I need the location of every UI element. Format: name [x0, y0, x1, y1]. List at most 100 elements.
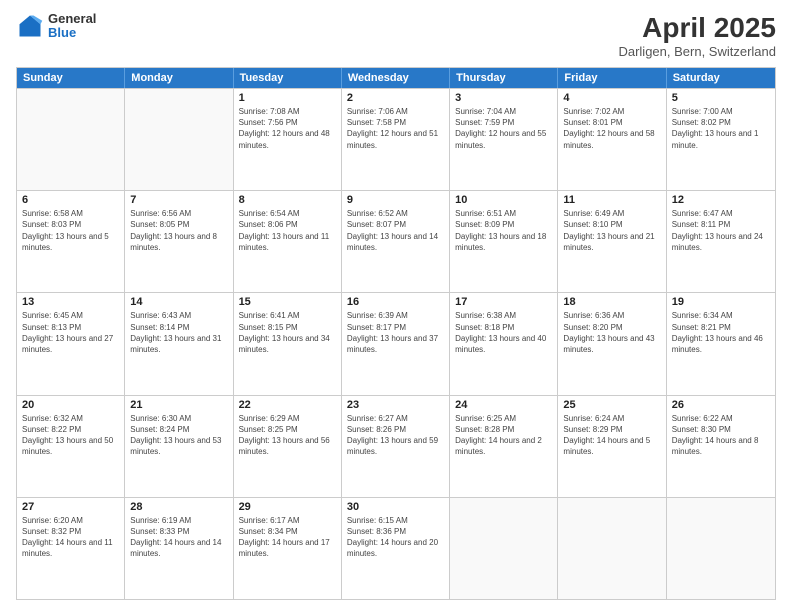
day-info: Sunrise: 6:52 AM Sunset: 8:07 PM Dayligh…	[347, 208, 444, 253]
day-info: Sunrise: 7:02 AM Sunset: 8:01 PM Dayligh…	[563, 106, 660, 151]
day-info: Sunrise: 6:30 AM Sunset: 8:24 PM Dayligh…	[130, 413, 227, 458]
day-number: 9	[347, 194, 444, 206]
day-info: Sunrise: 6:39 AM Sunset: 8:17 PM Dayligh…	[347, 310, 444, 355]
calendar-header: SundayMondayTuesdayWednesdayThursdayFrid…	[17, 68, 775, 88]
week-row-5: 27 Sunrise: 6:20 AM Sunset: 8:32 PM Dayli…	[17, 497, 775, 599]
cal-cell: 29 Sunrise: 6:17 AM Sunset: 8:34 PM Dayli…	[234, 498, 342, 599]
day-number: 3	[455, 92, 552, 104]
day-number: 10	[455, 194, 552, 206]
day-info: Sunrise: 6:54 AM Sunset: 8:06 PM Dayligh…	[239, 208, 336, 253]
cal-cell: 4 Sunrise: 7:02 AM Sunset: 8:01 PM Daylig…	[558, 89, 666, 190]
day-info: Sunrise: 6:27 AM Sunset: 8:26 PM Dayligh…	[347, 413, 444, 458]
cal-cell: 16 Sunrise: 6:39 AM Sunset: 8:17 PM Dayli…	[342, 293, 450, 394]
day-number: 28	[130, 501, 227, 513]
cal-cell: 11Sunrise: 6:49 AM Sunset: 8:10 PM Dayli…	[558, 191, 666, 292]
day-info: Sunrise: 6:19 AM Sunset: 8:33 PM Dayligh…	[130, 515, 227, 560]
day-info: Sunrise: 6:25 AM Sunset: 8:28 PM Dayligh…	[455, 413, 552, 458]
cal-cell: 9 Sunrise: 6:52 AM Sunset: 8:07 PM Daylig…	[342, 191, 450, 292]
cal-cell: 13 Sunrise: 6:45 AM Sunset: 8:13 PM Dayli…	[17, 293, 125, 394]
day-number: 19	[672, 296, 770, 308]
cal-cell: 1Sunrise: 7:08 AM Sunset: 7:56 PM Daylig…	[234, 89, 342, 190]
cal-cell	[558, 498, 666, 599]
cal-cell	[667, 498, 775, 599]
day-header-tuesday: Tuesday	[234, 68, 342, 88]
day-number: 13	[22, 296, 119, 308]
day-header-monday: Monday	[125, 68, 233, 88]
day-info: Sunrise: 6:34 AM Sunset: 8:21 PM Dayligh…	[672, 310, 770, 355]
day-number: 17	[455, 296, 552, 308]
logo-text: General Blue	[48, 12, 96, 41]
day-number: 25	[563, 399, 660, 411]
cal-cell: 28 Sunrise: 6:19 AM Sunset: 8:33 PM Dayli…	[125, 498, 233, 599]
day-number: 11	[563, 194, 660, 206]
cal-cell: 20Sunrise: 6:32 AM Sunset: 8:22 PM Dayli…	[17, 396, 125, 497]
day-number: 14	[130, 296, 227, 308]
cal-cell: 25 Sunrise: 6:24 AM Sunset: 8:29 PM Dayli…	[558, 396, 666, 497]
day-info: Sunrise: 6:41 AM Sunset: 8:15 PM Dayligh…	[239, 310, 336, 355]
day-number: 24	[455, 399, 552, 411]
day-number: 2	[347, 92, 444, 104]
cal-cell: 7Sunrise: 6:56 AM Sunset: 8:05 PM Daylig…	[125, 191, 233, 292]
day-number: 18	[563, 296, 660, 308]
cal-cell: 21 Sunrise: 6:30 AM Sunset: 8:24 PM Dayli…	[125, 396, 233, 497]
day-number: 20	[22, 399, 119, 411]
page-header: General Blue April 2025 Darligen, Bern, …	[16, 12, 776, 59]
cal-cell: 10 Sunrise: 6:51 AM Sunset: 8:09 PM Dayli…	[450, 191, 558, 292]
logo-general-text: General	[48, 12, 96, 26]
day-number: 29	[239, 501, 336, 513]
cal-cell: 2 Sunrise: 7:06 AM Sunset: 7:58 PM Daylig…	[342, 89, 450, 190]
day-info: Sunrise: 7:06 AM Sunset: 7:58 PM Dayligh…	[347, 106, 444, 151]
cal-cell	[17, 89, 125, 190]
cal-cell: 23Sunrise: 6:27 AM Sunset: 8:26 PM Dayli…	[342, 396, 450, 497]
day-number: 21	[130, 399, 227, 411]
cal-cell: 8Sunrise: 6:54 AM Sunset: 8:06 PM Daylig…	[234, 191, 342, 292]
day-number: 6	[22, 194, 119, 206]
logo-icon	[16, 12, 44, 40]
cal-cell: 27 Sunrise: 6:20 AM Sunset: 8:32 PM Dayli…	[17, 498, 125, 599]
day-number: 15	[239, 296, 336, 308]
location-title: Darligen, Bern, Switzerland	[618, 44, 776, 59]
calendar: SundayMondayTuesdayWednesdayThursdayFrid…	[16, 67, 776, 600]
cal-cell: 15 Sunrise: 6:41 AM Sunset: 8:15 PM Dayli…	[234, 293, 342, 394]
day-info: Sunrise: 6:58 AM Sunset: 8:03 PM Dayligh…	[22, 208, 119, 253]
day-info: Sunrise: 6:24 AM Sunset: 8:29 PM Dayligh…	[563, 413, 660, 458]
cal-cell: 17 Sunrise: 6:38 AM Sunset: 8:18 PM Dayli…	[450, 293, 558, 394]
calendar-body: 1Sunrise: 7:08 AM Sunset: 7:56 PM Daylig…	[17, 88, 775, 599]
cal-cell	[450, 498, 558, 599]
day-info: Sunrise: 6:17 AM Sunset: 8:34 PM Dayligh…	[239, 515, 336, 560]
day-info: Sunrise: 6:15 AM Sunset: 8:36 PM Dayligh…	[347, 515, 444, 560]
day-info: Sunrise: 6:20 AM Sunset: 8:32 PM Dayligh…	[22, 515, 119, 560]
title-block: April 2025 Darligen, Bern, Switzerland	[618, 12, 776, 59]
day-number: 1	[239, 92, 336, 104]
month-title: April 2025	[618, 12, 776, 44]
day-number: 12	[672, 194, 770, 206]
logo: General Blue	[16, 12, 96, 41]
day-number: 27	[22, 501, 119, 513]
cal-cell: 22 Sunrise: 6:29 AM Sunset: 8:25 PM Dayli…	[234, 396, 342, 497]
day-header-sunday: Sunday	[17, 68, 125, 88]
cal-cell: 18 Sunrise: 6:36 AM Sunset: 8:20 PM Dayli…	[558, 293, 666, 394]
cal-cell: 19 Sunrise: 6:34 AM Sunset: 8:21 PM Dayli…	[667, 293, 775, 394]
day-info: Sunrise: 6:36 AM Sunset: 8:20 PM Dayligh…	[563, 310, 660, 355]
day-number: 5	[672, 92, 770, 104]
day-number: 7	[130, 194, 227, 206]
day-info: Sunrise: 6:45 AM Sunset: 8:13 PM Dayligh…	[22, 310, 119, 355]
day-header-thursday: Thursday	[450, 68, 558, 88]
day-header-friday: Friday	[558, 68, 666, 88]
cal-cell: 26Sunrise: 6:22 AM Sunset: 8:30 PM Dayli…	[667, 396, 775, 497]
day-info: Sunrise: 6:22 AM Sunset: 8:30 PM Dayligh…	[672, 413, 770, 458]
day-info: Sunrise: 6:38 AM Sunset: 8:18 PM Dayligh…	[455, 310, 552, 355]
day-info: Sunrise: 6:51 AM Sunset: 8:09 PM Dayligh…	[455, 208, 552, 253]
day-info: Sunrise: 6:47 AM Sunset: 8:11 PM Dayligh…	[672, 208, 770, 253]
cal-cell: 24 Sunrise: 6:25 AM Sunset: 8:28 PM Dayli…	[450, 396, 558, 497]
day-number: 16	[347, 296, 444, 308]
day-info: Sunrise: 6:29 AM Sunset: 8:25 PM Dayligh…	[239, 413, 336, 458]
cal-cell: 6 Sunrise: 6:58 AM Sunset: 8:03 PM Daylig…	[17, 191, 125, 292]
day-number: 22	[239, 399, 336, 411]
day-number: 4	[563, 92, 660, 104]
calendar-page: General Blue April 2025 Darligen, Bern, …	[0, 0, 792, 612]
cal-cell	[125, 89, 233, 190]
week-row-2: 6 Sunrise: 6:58 AM Sunset: 8:03 PM Daylig…	[17, 190, 775, 292]
day-header-wednesday: Wednesday	[342, 68, 450, 88]
week-row-3: 13 Sunrise: 6:45 AM Sunset: 8:13 PM Dayli…	[17, 292, 775, 394]
